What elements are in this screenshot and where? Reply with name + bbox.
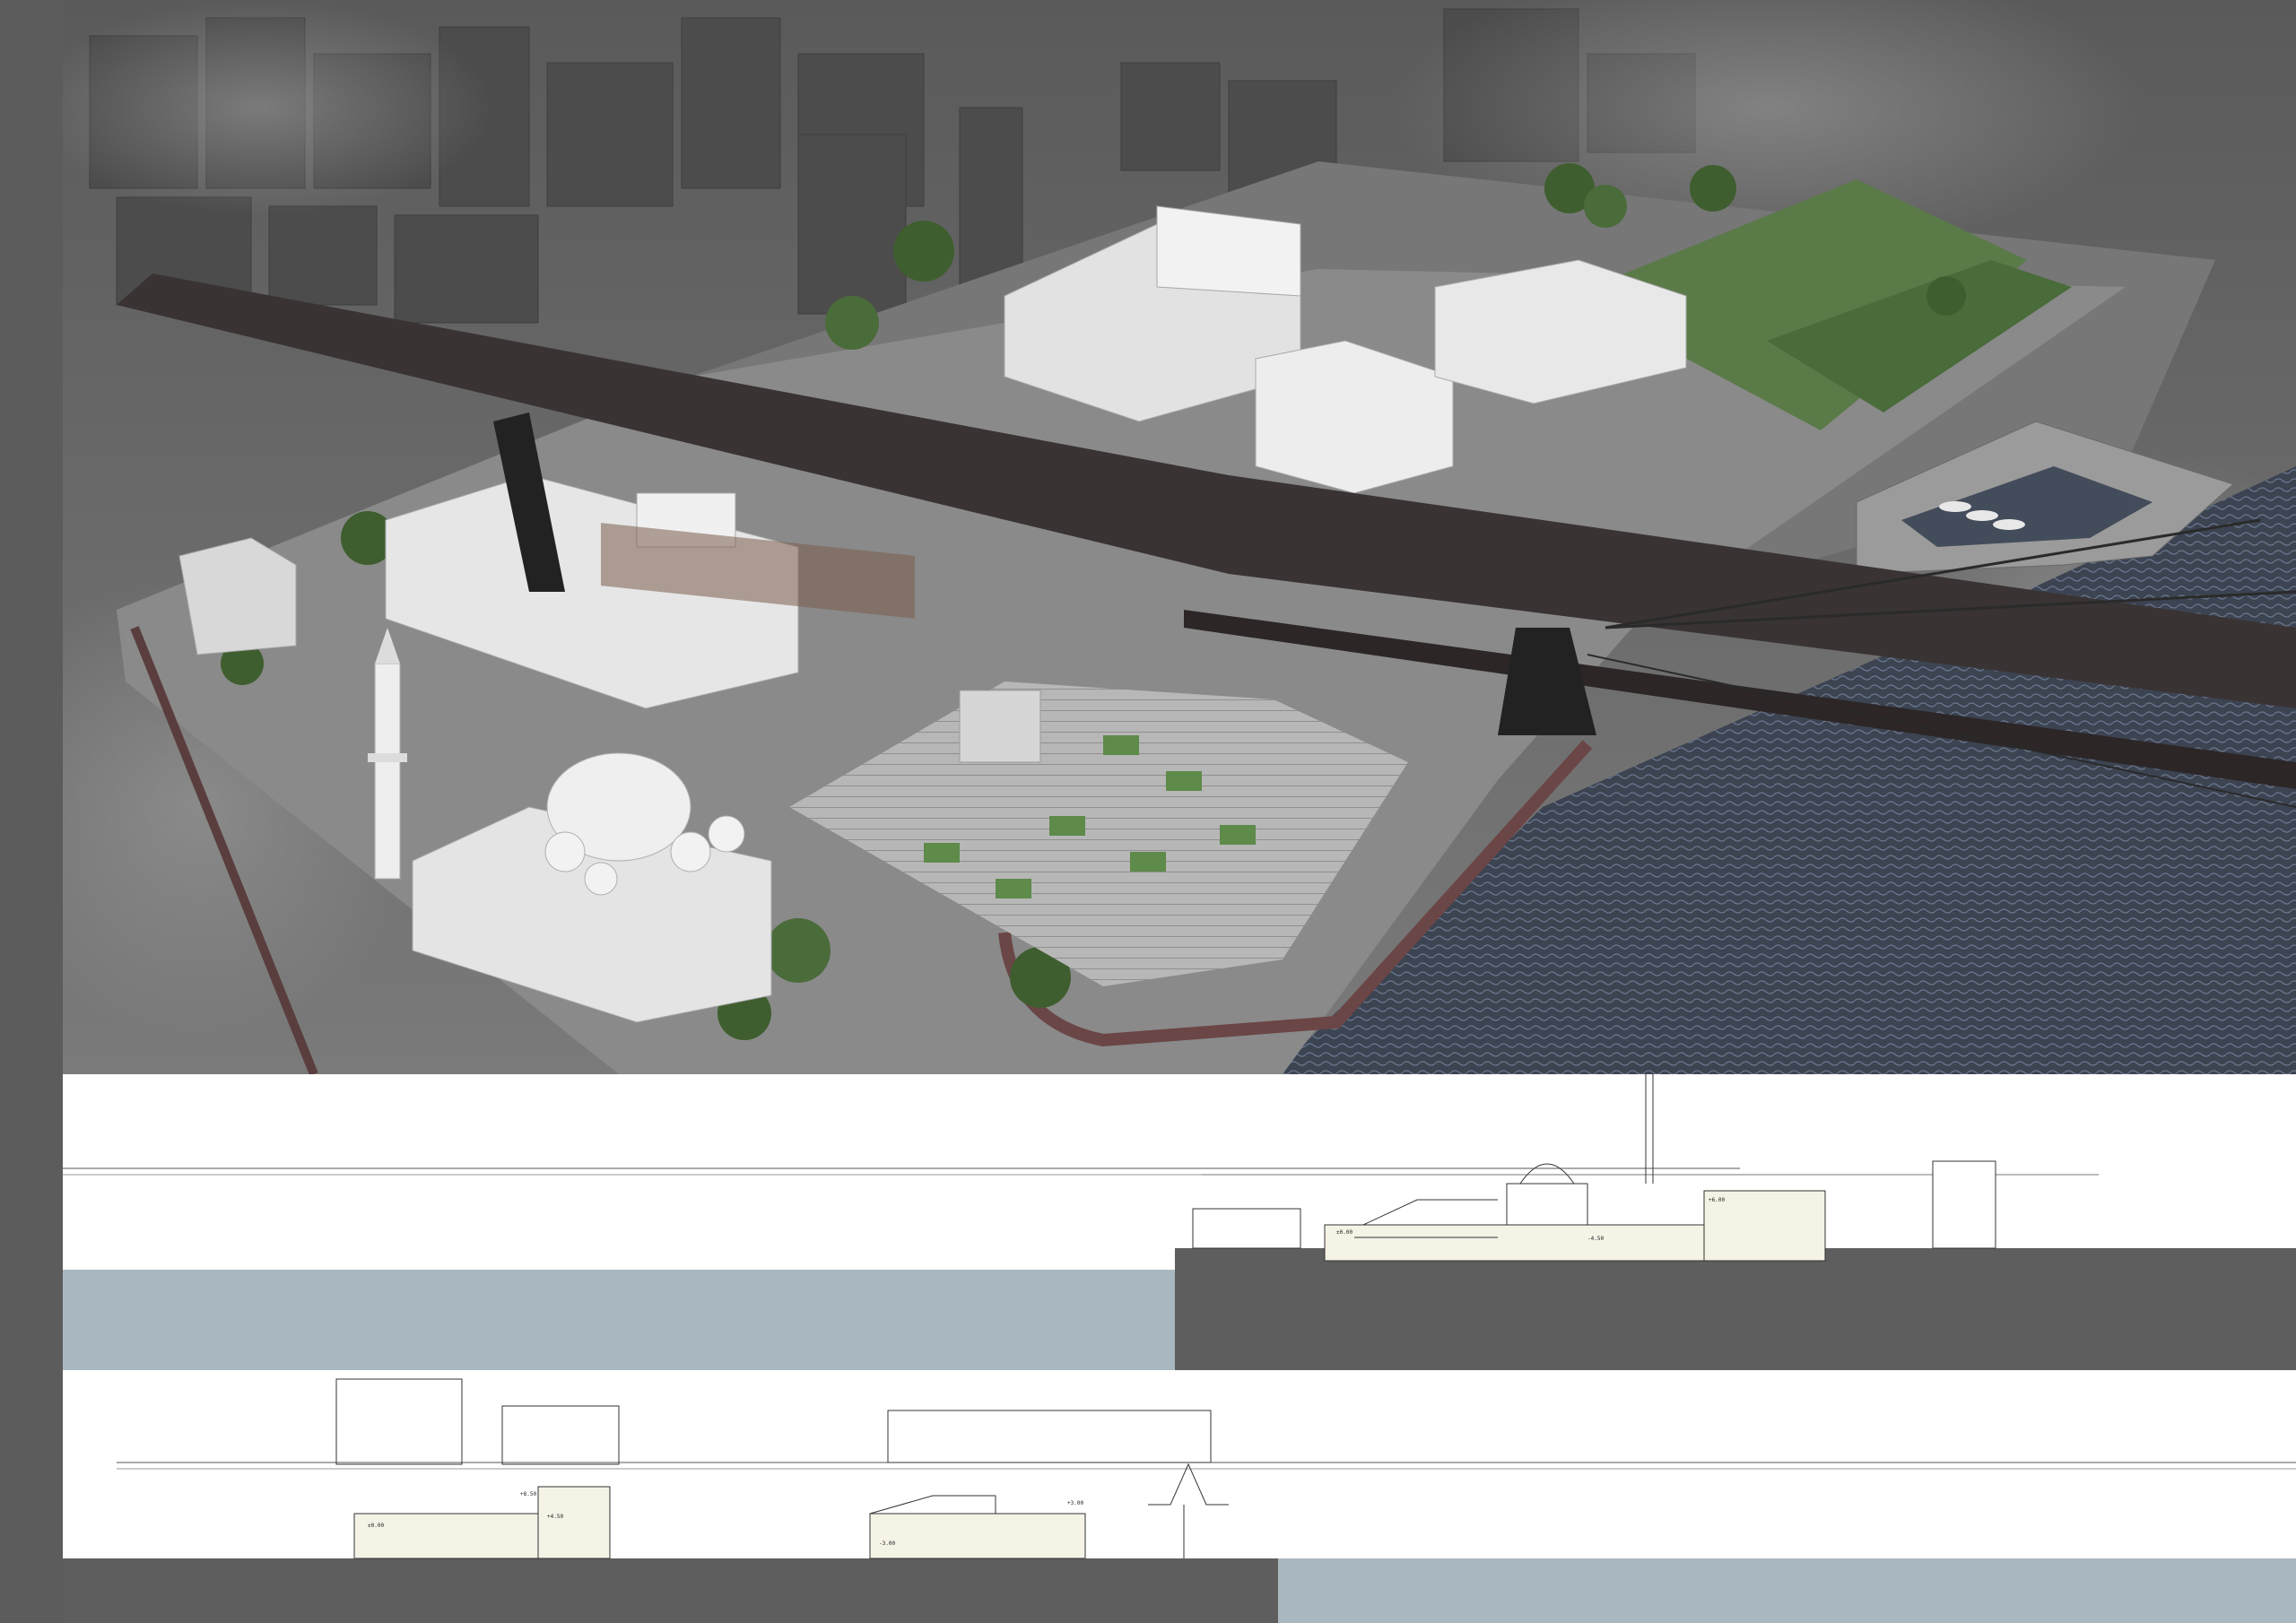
aerial-render xyxy=(63,0,2296,1074)
section-level-label: ±0.00 xyxy=(368,1523,384,1529)
section-level-label: ±0.00 xyxy=(1336,1229,1352,1236)
section-level-label: +6.00 xyxy=(1709,1197,1725,1203)
section-ground xyxy=(1175,1248,2296,1370)
section-drawing-top: ±0.00 -4.50 +6.00 xyxy=(63,1074,2296,1370)
sheet-sidebar-strip xyxy=(0,0,63,1623)
section-level-label: -3.00 xyxy=(879,1541,895,1547)
section-level-label: +4.50 xyxy=(547,1514,563,1520)
section-drawing-bottom: +8.50 +4.50 ±0.00 -3.00 +3.00 xyxy=(63,1370,2296,1623)
section-level-label: +8.50 xyxy=(520,1491,536,1497)
section-ground xyxy=(63,1558,1278,1623)
section-water xyxy=(1278,1558,2296,1623)
section-water xyxy=(63,1270,1175,1370)
section-level-label: -4.50 xyxy=(1587,1236,1604,1242)
section-level-label: +3.00 xyxy=(1067,1500,1083,1506)
